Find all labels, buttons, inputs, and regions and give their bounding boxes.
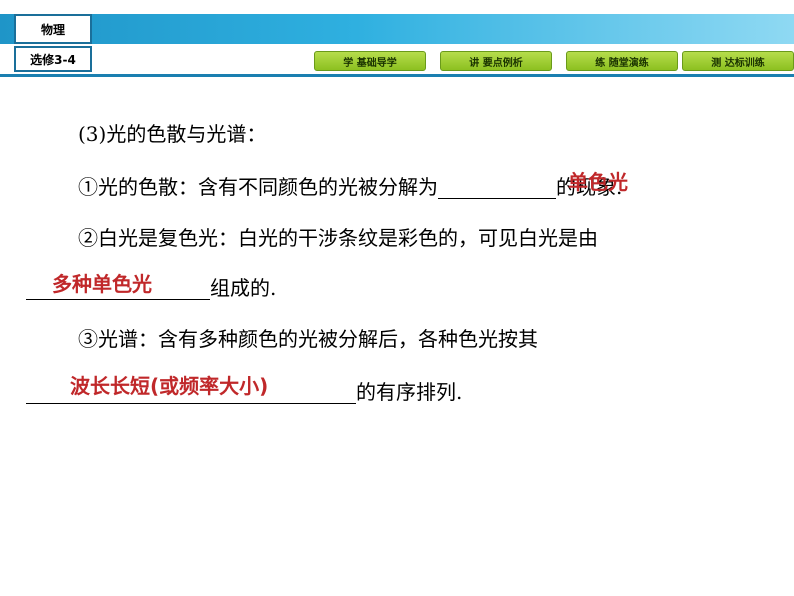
nav-button-explain[interactable]: 讲 要点例析 bbox=[440, 51, 552, 71]
module-label: 选修3-4 bbox=[14, 46, 92, 72]
nav-button-practice[interactable]: 练 随堂演练 bbox=[566, 51, 678, 71]
section-heading: (3)光的色散与光谱： bbox=[78, 122, 267, 146]
item-1-prefix: ①光的色散：含有不同颜色的光被分解为 bbox=[78, 175, 438, 199]
subject-label: 物理 bbox=[14, 14, 92, 44]
item-1-text: ①光的色散：含有不同颜色的光被分解为 的现象. bbox=[78, 175, 622, 199]
item-2-answer: 多种单色光 bbox=[52, 272, 152, 296]
item-2-line-1: ②白光是复色光：白光的干涉条纹是彩色的，可见白光是由 bbox=[78, 226, 598, 250]
nav-button-test[interactable]: 测 达标训练 bbox=[682, 51, 794, 71]
item-1-blank bbox=[438, 176, 556, 199]
item-3-answer: 波长长短(或频率大小) bbox=[70, 374, 269, 398]
item-2-suffix: 组成的. bbox=[210, 276, 277, 300]
item-3-line-1: ③光谱：含有多种颜色的光被分解后，各种色光按其 bbox=[78, 327, 538, 351]
item-3-suffix: 的有序排列. bbox=[356, 380, 463, 404]
item-1-answer: 单色光 bbox=[568, 170, 628, 194]
header-bar bbox=[0, 14, 794, 44]
nav-button-study[interactable]: 学 基础导学 bbox=[314, 51, 426, 71]
